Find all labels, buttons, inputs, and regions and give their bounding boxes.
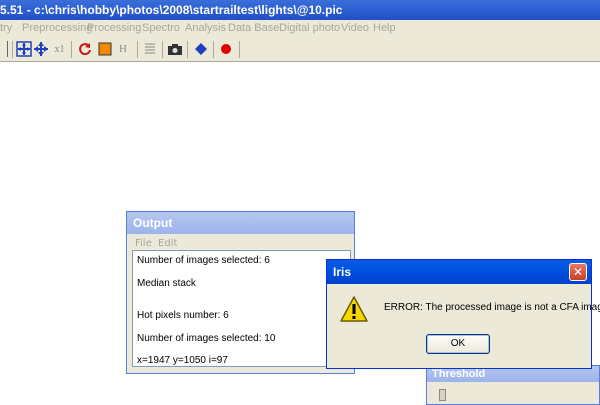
menu-item-spectro[interactable]: Spectro	[142, 22, 180, 34]
menu-item-help[interactable]: Help	[373, 22, 396, 34]
toolbar-separator	[137, 41, 138, 58]
toolbar-separator	[239, 41, 240, 58]
menu-item-video[interactable]: Video	[341, 22, 369, 34]
menu-item-digital-photo[interactable]: Digital photo	[279, 22, 340, 34]
threshold-window: Threshold	[426, 365, 600, 405]
move-icon[interactable]	[0, 41, 8, 57]
error-message: ERROR: The processed image is not a CFA …	[384, 302, 600, 313]
toolbar-separator	[187, 41, 188, 58]
app-title: 5.51 - c:\chris\hobby\photos\2008\startr…	[0, 3, 343, 17]
record-icon[interactable]	[218, 41, 234, 57]
menu-item-analysis[interactable]: Analysis	[185, 22, 226, 34]
output-window: Output File Edit Number of images select…	[126, 211, 355, 374]
refresh-icon[interactable]	[77, 41, 93, 57]
zoom-pan-icon[interactable]	[33, 41, 49, 57]
histogram-icon[interactable]: H	[115, 41, 131, 57]
zoom-x1-icon[interactable]: x1	[51, 41, 68, 57]
warning-icon	[339, 295, 369, 323]
close-icon: ✕	[572, 265, 584, 279]
output-menu-edit[interactable]: Edit	[158, 238, 177, 249]
output-text-area[interactable]: Number of images selected: 6 Median stac…	[132, 250, 351, 367]
close-button[interactable]: ✕	[569, 263, 587, 281]
dialog-title-bar[interactable]: Iris	[327, 260, 591, 284]
output-line: Number of images selected: 6	[137, 255, 270, 266]
ok-button[interactable]: OK	[426, 334, 490, 354]
output-title: Output	[133, 216, 173, 230]
list-icon[interactable]	[142, 41, 158, 57]
zoom-fit-icon[interactable]	[16, 41, 32, 57]
diamond-icon[interactable]	[193, 41, 209, 57]
toolbar-separator	[12, 41, 13, 58]
menu-item-processing[interactable]: Processing	[87, 22, 141, 34]
output-line: Number of images selected: 10	[137, 333, 276, 344]
color-square-icon[interactable]	[97, 41, 113, 57]
app-title-bar[interactable]: 5.51 - c:\chris\hobby\photos\2008\startr…	[0, 0, 600, 20]
error-dialog: Iris ✕ ERROR: The processed image is not…	[326, 259, 600, 369]
menu-item-data-base[interactable]: Data Base	[228, 22, 279, 34]
output-line: Hot pixels number: 6	[137, 310, 229, 321]
output-line: x=1947 y=1050 i=97	[137, 355, 228, 366]
toolbar-separator	[213, 41, 214, 58]
toolbar: x1 H	[0, 38, 600, 62]
threshold-title: Threshold	[432, 368, 486, 380]
output-line: Median stack	[137, 278, 196, 289]
menu-item-geometry[interactable]: try	[0, 22, 12, 34]
output-title-bar[interactable]: Output	[127, 212, 354, 234]
camera-icon[interactable]	[167, 41, 183, 57]
toolbar-separator	[71, 41, 72, 58]
threshold-slider-handle[interactable]	[439, 389, 446, 401]
menu-item-preprocessing[interactable]: Preprocessing	[22, 22, 92, 34]
output-menu-file[interactable]: File	[135, 238, 152, 249]
toolbar-separator	[162, 41, 163, 58]
dialog-title: Iris	[333, 265, 352, 279]
menu-bar: try Preprocessing Processing Spectro Ana…	[0, 20, 600, 38]
